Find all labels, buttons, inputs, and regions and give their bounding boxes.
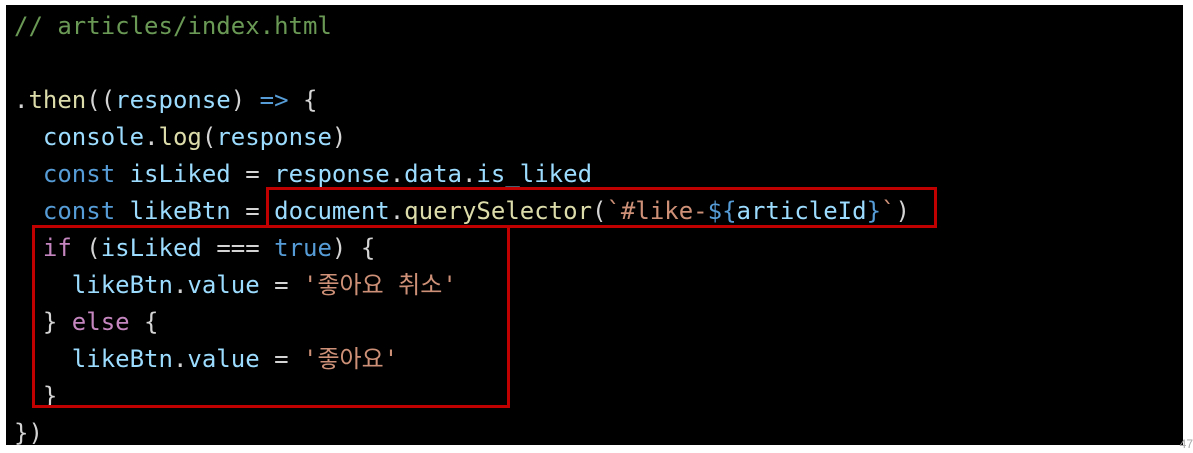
code-token: { <box>288 86 318 114</box>
code-token: ( <box>201 123 217 151</box>
highlight-box-queryselector <box>266 187 937 228</box>
code-token: ) <box>331 123 347 151</box>
code-token: . <box>144 123 159 151</box>
code-token: // articles/index.html <box>14 12 332 40</box>
code-token: const <box>42 197 116 225</box>
code-block: // articles/index.html .then((response) =… <box>6 5 1183 447</box>
code-token: response <box>274 160 390 188</box>
code-token: const <box>42 160 116 188</box>
code-token: (( <box>86 86 116 114</box>
code-token: log <box>158 123 202 151</box>
code-line: .then((response) => { <box>14 82 317 119</box>
code-token: is_liked <box>476 160 593 188</box>
code-token: ) <box>230 86 260 114</box>
code-line: // articles/index.html <box>14 8 332 45</box>
code-token: . <box>14 86 29 114</box>
highlight-box-if-else-block <box>32 225 510 408</box>
code-token: }) <box>14 419 43 447</box>
code-token: response <box>115 86 231 114</box>
code-token: data <box>404 160 462 188</box>
code-token: console <box>42 123 145 151</box>
code-token: isLiked <box>129 160 231 188</box>
code-token: . <box>461 160 477 188</box>
page-number: 47 <box>1179 437 1193 451</box>
code-token: => <box>259 86 289 114</box>
code-token: response <box>216 123 332 151</box>
code-line: }) <box>14 415 43 452</box>
code-line: console.log(response) <box>14 119 346 156</box>
code-token: . <box>389 160 405 188</box>
code-token: likeBtn <box>129 197 231 225</box>
code-token: then <box>28 86 87 114</box>
slide: // articles/index.html .then((response) =… <box>0 0 1193 453</box>
code-token: = <box>230 160 275 188</box>
